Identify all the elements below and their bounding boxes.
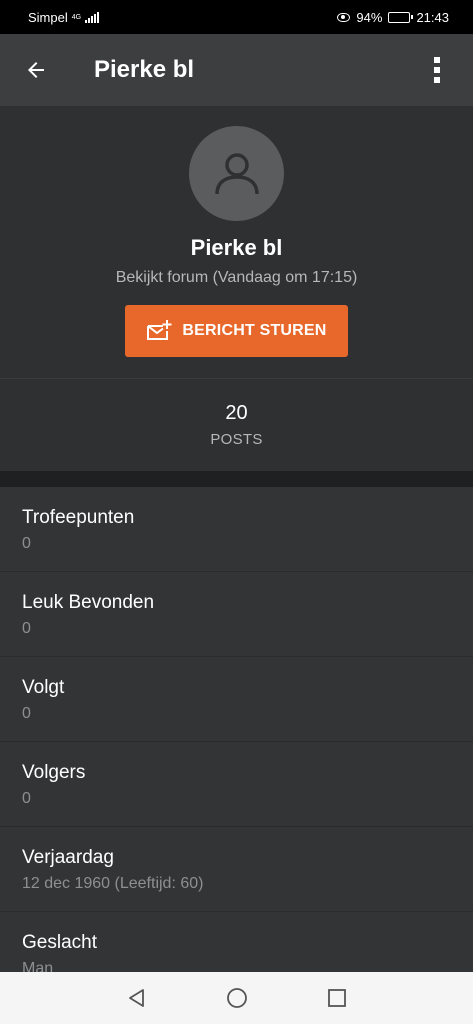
- user-icon: [214, 152, 259, 194]
- status-bar: Simpel 4G 94% 21:43: [0, 0, 473, 34]
- detail-row-following: Volgt 0: [0, 657, 473, 742]
- detail-value: 0: [22, 535, 31, 552]
- mail-plus-icon: [147, 320, 172, 340]
- eye-comfort-icon: [337, 12, 351, 22]
- carrier-name: Simpel: [28, 9, 68, 25]
- detail-row-followers: Volgers 0: [0, 742, 473, 827]
- battery-percent: 94%: [356, 9, 383, 25]
- detail-value: 12 dec 1960 (Leeftijd: 60): [22, 875, 204, 892]
- status-right: 94% 21:43: [337, 10, 449, 25]
- detail-label: Geslacht: [22, 932, 97, 953]
- detail-row-gender: Geslacht Man: [0, 912, 473, 972]
- detail-label: Volgt: [22, 677, 65, 698]
- nav-home-button[interactable]: [222, 983, 252, 1013]
- detail-row-birthday: Verjaardag 12 dec 1960 (Leeftijd: 60): [0, 827, 473, 912]
- detail-label: Trofeepunten: [22, 507, 135, 528]
- detail-value: 0: [22, 790, 31, 807]
- back-button[interactable]: [0, 34, 72, 106]
- posts-count: 20: [225, 402, 248, 424]
- overflow-menu-button[interactable]: [401, 34, 473, 106]
- profile-name: Pierke bl: [190, 235, 283, 260]
- battery-icon: [388, 11, 414, 23]
- signal-icon: [85, 11, 100, 23]
- square-recents-icon: [327, 989, 346, 1007]
- nav-recents-button[interactable]: [322, 983, 352, 1013]
- triangle-back-icon: [128, 989, 144, 1007]
- detail-label: Verjaardag: [22, 847, 114, 868]
- detail-value: 0: [22, 620, 31, 637]
- profile-header: Pierke bl Bekijkt forum (Vandaag om 17:1…: [0, 106, 473, 378]
- detail-row-likes: Leuk Bevonden 0: [0, 572, 473, 657]
- status-left: Simpel 4G: [28, 9, 100, 25]
- detail-row-trophy-points: Trofeepunten 0: [0, 487, 473, 572]
- send-message-label: BERICHT STUREN: [182, 322, 327, 339]
- page-title: Pierke bl: [94, 56, 195, 83]
- circle-home-icon: [226, 988, 247, 1008]
- posts-stat[interactable]: 20 POSTS: [0, 378, 473, 471]
- profile-details-list[interactable]: Trofeepunten 0 Leuk Bevonden 0 Volgt 0 V…: [0, 487, 473, 972]
- detail-value: 0: [22, 705, 31, 722]
- app-bar: Pierke bl: [0, 34, 473, 106]
- last-activity: Bekijkt forum (Vandaag om 17:15): [115, 269, 358, 286]
- network-type: 4G: [71, 13, 82, 21]
- detail-value: Man: [22, 960, 54, 972]
- posts-label: POSTS: [210, 431, 263, 448]
- arrow-left-icon: [28, 62, 44, 78]
- avatar[interactable]: [189, 126, 284, 221]
- detail-label: Volgers: [22, 762, 86, 783]
- clock: 21:43: [416, 9, 449, 25]
- system-nav-bar: [0, 972, 473, 1024]
- more-vertical-icon: [434, 57, 440, 83]
- section-divider: [0, 471, 473, 487]
- detail-label: Leuk Bevonden: [22, 592, 155, 613]
- send-message-button[interactable]: BERICHT STUREN: [125, 305, 348, 357]
- nav-back-button[interactable]: [122, 983, 152, 1013]
